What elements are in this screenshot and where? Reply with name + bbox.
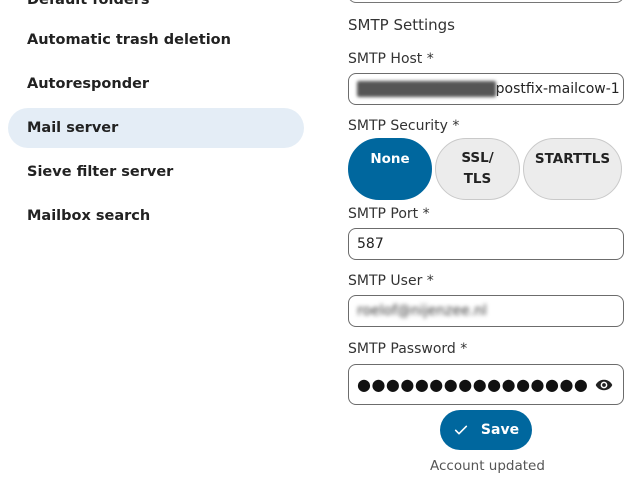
sidebar-item-label: Default folders: [27, 0, 150, 8]
smtp-host-value: mailcowdockerized-postfix-mailcow-1: [357, 81, 620, 97]
smtp-host-label: SMTP Host *: [348, 51, 434, 67]
smtp-port-label: SMTP Port *: [348, 206, 430, 222]
sidebar-item-label: Automatic trash deletion: [27, 32, 231, 48]
sidebar-item-default-folders[interactable]: Default folders: [8, 0, 304, 20]
security-option-label: SSL/ TLS: [461, 150, 494, 187]
security-option-label: None: [370, 150, 410, 167]
smtp-port-input[interactable]: 587: [348, 228, 624, 260]
smtp-settings-form: SMTP Settings SMTP Host * mailcowdockeri…: [348, 0, 624, 500]
check-icon: [454, 425, 468, 435]
status-message: Account updated: [430, 458, 545, 474]
sidebar-item-autoresponder[interactable]: Autoresponder: [8, 64, 304, 104]
sidebar-item-mailbox-search[interactable]: Mailbox search: [8, 196, 304, 236]
smtp-user-value: roelof@nijenzee.nl: [357, 303, 487, 319]
security-option-ssl-tls[interactable]: SSL/ TLS: [435, 138, 520, 200]
sidebar-item-label: Sieve filter server: [27, 164, 174, 180]
previous-field[interactable]: [348, 0, 624, 3]
smtp-host-input[interactable]: mailcowdockerized-postfix-mailcow-1: [348, 73, 624, 105]
smtp-port-value: 587: [357, 236, 384, 252]
smtp-user-label: SMTP User *: [348, 273, 434, 289]
smtp-password-label: SMTP Password *: [348, 341, 468, 357]
smtp-password-value: ●●●●●●●●●●●●●●●●●●●●●: [357, 375, 589, 394]
security-option-label: STARTTLS: [534, 150, 611, 167]
security-option-none[interactable]: None: [348, 138, 432, 200]
sidebar-item-label: Autoresponder: [27, 76, 150, 92]
save-button[interactable]: Save: [440, 410, 532, 450]
eye-icon[interactable]: [595, 376, 613, 394]
smtp-host-visible-text: postfix-mailcow-1: [495, 81, 620, 97]
sidebar-item-label: Mailbox search: [27, 208, 151, 224]
smtp-password-input[interactable]: ●●●●●●●●●●●●●●●●●●●●●: [348, 364, 624, 405]
sidebar-item-label: Mail server: [27, 120, 119, 136]
settings-sidebar: Default folders Automatic trash deletion…: [0, 0, 320, 500]
security-option-starttls[interactable]: STARTTLS: [523, 138, 622, 200]
smtp-user-input[interactable]: roelof@nijenzee.nl: [348, 295, 624, 327]
sidebar-item-mail-server[interactable]: Mail server: [8, 108, 304, 148]
save-button-label: Save: [480, 422, 520, 438]
smtp-security-label: SMTP Security *: [348, 118, 460, 134]
redacted-text: mailcowdockerized-: [357, 81, 496, 97]
sidebar-item-sieve-filter-server[interactable]: Sieve filter server: [8, 152, 304, 192]
section-title: SMTP Settings: [348, 16, 455, 34]
sidebar-item-automatic-trash-deletion[interactable]: Automatic trash deletion: [8, 20, 304, 60]
